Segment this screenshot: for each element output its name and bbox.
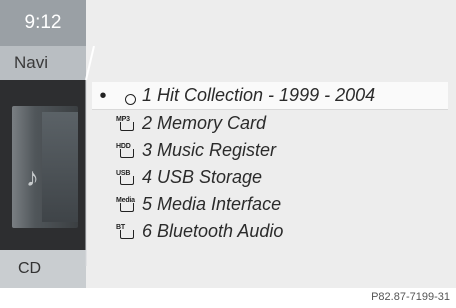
media-source-item[interactable]: •USB4 USB Storage [92,164,448,191]
media-source-label: 6 Bluetooth Audio [142,221,284,241]
figure-footer: P82.87-7199-31 [0,288,456,308]
media-source-item[interactable]: •MP32 Memory Card [92,110,448,137]
media-screen: 9:12 Navi ♪ CD • 1 Hit Collection - 1999 … [0,0,456,288]
media-source-item[interactable]: •BT6 Bluetooth Audio [92,218,448,245]
bluetooth-audio-icon: BT [116,224,140,240]
clock: 9:12 [0,0,86,46]
media-source-item[interactable]: •Media5 Media Interface [92,191,448,218]
media-source-label: 4 USB Storage [142,167,263,187]
mp3-card-icon: MP3 [116,116,140,132]
media-source-label: 3 Music Register [142,140,277,160]
navi-label: Navi [14,53,49,72]
media-source-label: 1 Hit Collection - 1999 - 2004 [142,85,376,105]
media-source-item[interactable]: •HDD3 Music Register [92,137,448,164]
album-art-panel: ♪ [0,80,86,250]
selection-bullet-icon: • [99,84,107,107]
album-cover: ♪ [12,106,78,228]
media-source-list: • 1 Hit Collection - 1999 - 2004 •MP32 Mem… [92,82,448,245]
disc-icon [116,88,140,105]
hdd-icon: HDD [116,143,140,159]
figure-reference: P82.87-7199-31 [371,291,450,303]
media-source-label: 5 Media Interface [142,194,282,214]
time-text: 9:12 [24,12,62,33]
media-source-item[interactable]: • 1 Hit Collection - 1999 - 2004 [92,82,448,110]
cd-label: CD [18,260,42,277]
media-source-label: 2 Memory Card [142,113,267,133]
cd-menu-item[interactable]: CD [0,250,86,288]
media-interface-icon: Media [116,197,140,213]
usb-icon: USB [116,170,140,186]
music-note-icon: ♪ [26,162,39,192]
navi-menu-item[interactable]: Navi [0,46,86,80]
album-cover-shade [42,112,78,222]
